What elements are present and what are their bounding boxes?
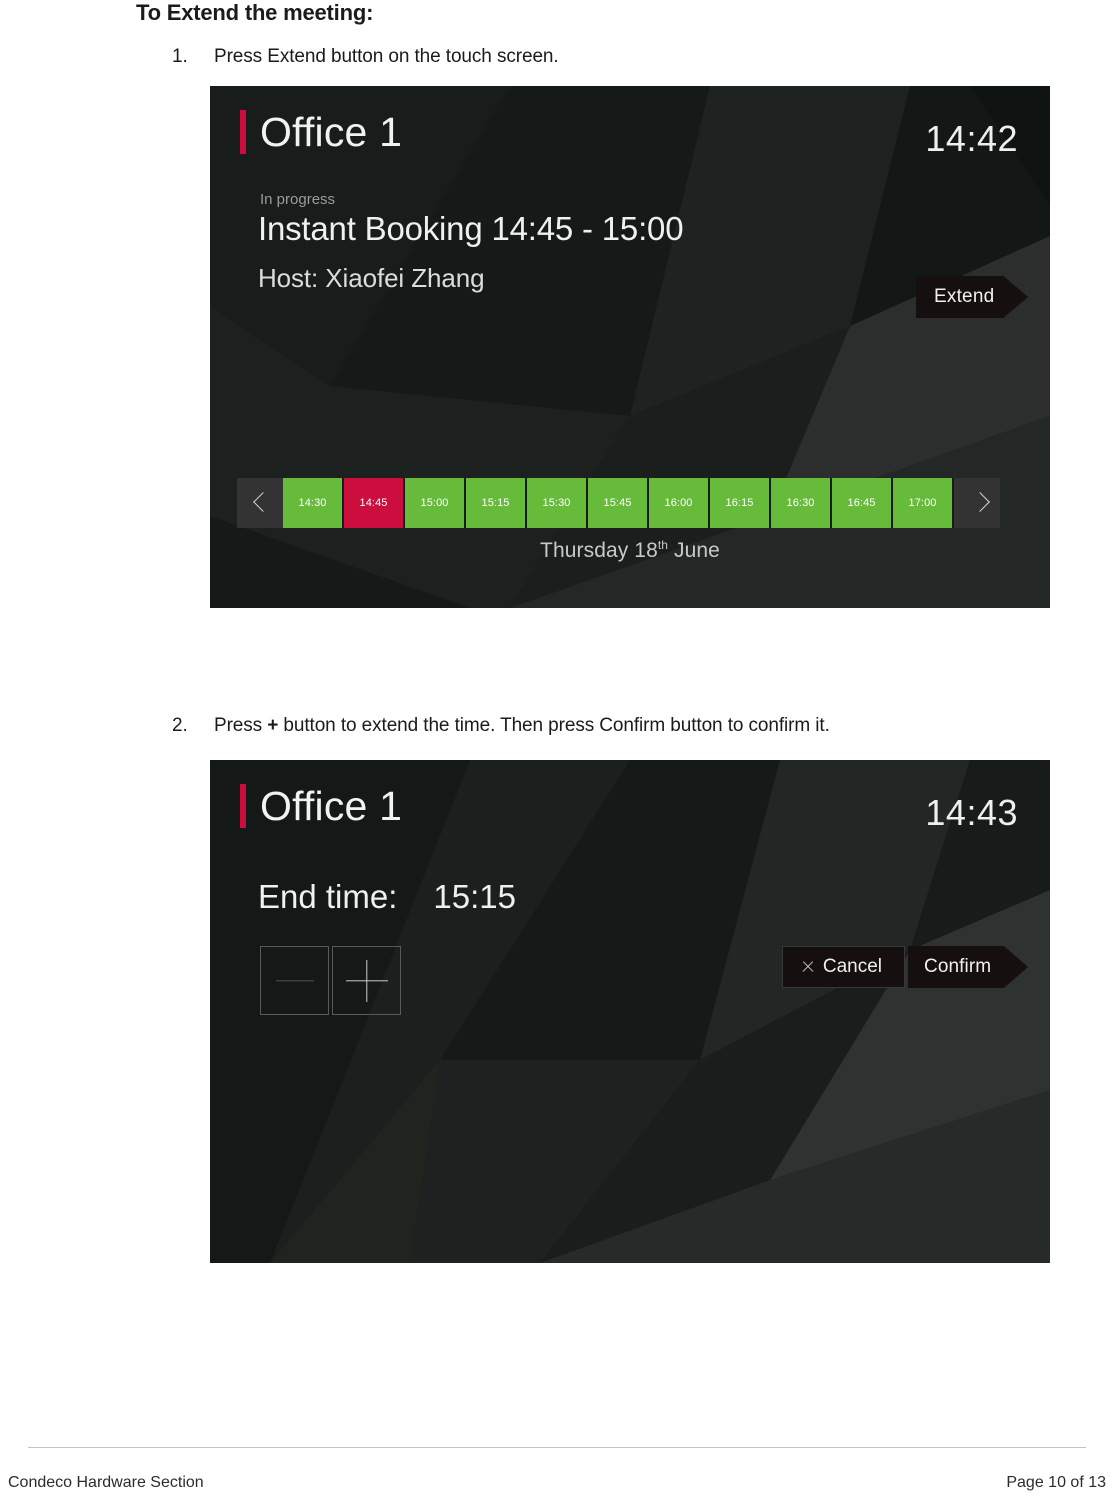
timeline-slot[interactable]: 15:45 xyxy=(588,478,649,528)
instruction-step-2: 2. Press + button to extend the time. The… xyxy=(172,715,830,737)
chevron-left-icon xyxy=(253,490,268,516)
timeline-date: Thursday 18th June xyxy=(210,538,1050,563)
timeline-next-button[interactable] xyxy=(954,478,1000,528)
timeline-slot[interactable]: 16:00 xyxy=(649,478,710,528)
minus-icon xyxy=(275,979,314,982)
clock-1: 14:42 xyxy=(925,118,1018,159)
timeline-slot[interactable]: 15:30 xyxy=(527,478,588,528)
timeline-slot[interactable]: 16:15 xyxy=(710,478,771,528)
timeline-date-month: June xyxy=(668,539,720,562)
room-name-2: Office 1 xyxy=(260,783,403,829)
extend-button-wrap[interactable]: Extend xyxy=(916,276,1028,318)
cancel-button-label: Cancel xyxy=(822,956,882,977)
footer-section-label: Condeco Hardware Section xyxy=(8,1474,204,1491)
accent-bar-icon xyxy=(240,110,246,155)
timeline-slot[interactable]: 16:45 xyxy=(832,478,893,528)
timeline-slot[interactable]: 16:30 xyxy=(771,478,832,528)
plus-icon xyxy=(333,947,400,1014)
time-stepper[interactable] xyxy=(260,946,401,1015)
page-title: To Extend the meeting: xyxy=(136,0,374,25)
timeline-slot[interactable]: 14:45 xyxy=(344,478,405,528)
timeline-date-day: Thursday 18 xyxy=(540,539,658,562)
timeline-slot[interactable]: 15:00 xyxy=(405,478,466,528)
action-button-row[interactable]: Cancel Confirm xyxy=(781,946,1028,988)
touch-screen-panel-extend: Office 1 14:43 End time: 15:15 Cancel Co… xyxy=(210,760,1050,1263)
footer-divider xyxy=(28,1447,1086,1448)
step-text-2-after: button to extend the time. Then press Co… xyxy=(278,715,830,736)
chevron-right-icon xyxy=(970,490,985,516)
booking-host-1: Host: Xiaofei Zhang xyxy=(258,263,485,293)
confirm-button[interactable]: Confirm xyxy=(908,946,1028,988)
booking-status-1: In progress xyxy=(260,191,336,208)
timeline-date-suffix: th xyxy=(657,538,669,552)
instruction-step-1: 1. Press Extend button on the touch scree… xyxy=(172,46,559,68)
booking-title-1: Instant Booking 14:45 - 15:00 xyxy=(258,210,684,247)
step-number-1: 1. xyxy=(172,46,188,67)
increase-time-button[interactable] xyxy=(332,946,401,1015)
footer-page-number: Page 10 of 13 xyxy=(1006,1474,1106,1491)
timeline-strip[interactable]: 14:30 14:45 15:00 15:15 15:30 15:45 16:0… xyxy=(237,478,1000,528)
room-header-2: Office 1 xyxy=(240,784,402,828)
decrease-time-button[interactable] xyxy=(260,946,329,1015)
clock-2: 14:43 xyxy=(925,792,1018,833)
cancel-button[interactable]: Cancel xyxy=(781,946,905,988)
timeline-slot[interactable]: 15:15 xyxy=(466,478,527,528)
room-header-1: Office 1 xyxy=(240,110,402,154)
end-time-label: End time: xyxy=(258,878,398,915)
extend-button[interactable]: Extend xyxy=(916,276,1028,318)
accent-bar-icon xyxy=(240,784,246,829)
step-text-1: Press Extend button on the touch screen. xyxy=(214,46,559,67)
step-number-2: 2. xyxy=(172,715,188,736)
end-time-value: 15:15 xyxy=(433,878,516,915)
step-text-2-before: Press xyxy=(214,715,268,736)
room-name-1: Office 1 xyxy=(260,109,403,155)
end-time-row: End time: 15:15 xyxy=(258,878,516,916)
touch-screen-panel-booking: Office 1 14:42 In progress Instant Booki… xyxy=(210,86,1050,608)
timeline-prev-button[interactable] xyxy=(237,478,283,528)
close-x-icon xyxy=(801,960,815,974)
document-page: To Extend the meeting: 1. Press Extend bu… xyxy=(0,0,1114,1500)
timeline-slot[interactable]: 17:00 xyxy=(893,478,954,528)
step-text-2-bold: + xyxy=(267,715,279,736)
timeline-slot[interactable]: 14:30 xyxy=(283,478,344,528)
